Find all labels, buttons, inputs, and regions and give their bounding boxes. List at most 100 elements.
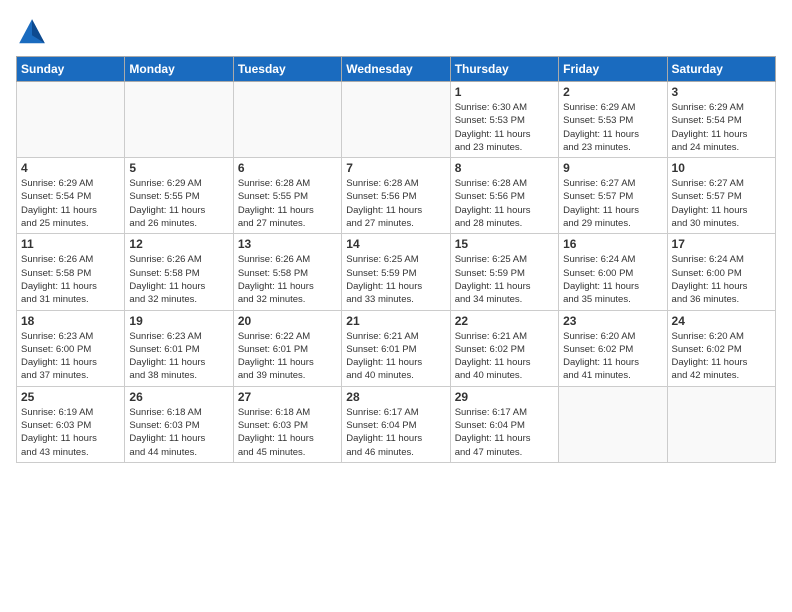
- day-number: 21: [346, 314, 445, 328]
- calendar-cell: 15 Sunrise: 6:25 AM Sunset: 5:59 PM Dayli…: [450, 234, 558, 310]
- day-info: Sunrise: 6:21 AM Sunset: 6:02 PM Dayligh…: [455, 330, 554, 383]
- day-number: 25: [21, 390, 120, 404]
- calendar-cell: 19Sunrise: 6:23 AM Sunset: 6:01 PM Dayli…: [125, 310, 233, 386]
- day-info: Sunrise: 6:29 AM Sunset: 5:53 PM Dayligh…: [563, 101, 662, 154]
- calendar-cell: [125, 82, 233, 158]
- day-number: 26: [129, 390, 228, 404]
- calendar-week-row: 1 Sunrise: 6:30 AM Sunset: 5:53 PM Daylig…: [17, 82, 776, 158]
- day-number: 5: [129, 161, 228, 175]
- day-number: 7: [346, 161, 445, 175]
- calendar-table: SundayMondayTuesdayWednesdayThursdayFrid…: [16, 56, 776, 463]
- calendar-cell: 7 Sunrise: 6:28 AM Sunset: 5:56 PM Daylig…: [342, 158, 450, 234]
- day-info: Sunrise: 6:28 AM Sunset: 5:55 PM Dayligh…: [238, 177, 337, 230]
- day-info: Sunrise: 6:18 AM Sunset: 6:03 PM Dayligh…: [129, 406, 228, 459]
- calendar-cell: [559, 386, 667, 462]
- calendar-cell: [233, 82, 341, 158]
- calendar-header-row: SundayMondayTuesdayWednesdayThursdayFrid…: [17, 57, 776, 82]
- day-info: Sunrise: 6:22 AM Sunset: 6:01 PM Dayligh…: [238, 330, 337, 383]
- day-header-tuesday: Tuesday: [233, 57, 341, 82]
- day-number: 3: [672, 85, 771, 99]
- calendar-cell: 23 Sunrise: 6:20 AM Sunset: 6:02 PM Dayli…: [559, 310, 667, 386]
- day-info: Sunrise: 6:27 AM Sunset: 5:57 PM Dayligh…: [672, 177, 771, 230]
- day-header-wednesday: Wednesday: [342, 57, 450, 82]
- calendar-week-row: 18 Sunrise: 6:23 AM Sunset: 6:00 PM Dayli…: [17, 310, 776, 386]
- day-info: Sunrise: 6:26 AM Sunset: 5:58 PM Dayligh…: [238, 253, 337, 306]
- day-number: 13: [238, 237, 337, 251]
- day-number: 17: [672, 237, 771, 251]
- day-info: Sunrise: 6:21 AM Sunset: 6:01 PM Dayligh…: [346, 330, 445, 383]
- calendar-week-row: 4Sunrise: 6:29 AM Sunset: 5:54 PM Daylig…: [17, 158, 776, 234]
- day-header-friday: Friday: [559, 57, 667, 82]
- calendar-cell: 21 Sunrise: 6:21 AM Sunset: 6:01 PM Dayli…: [342, 310, 450, 386]
- calendar-cell: 17 Sunrise: 6:24 AM Sunset: 6:00 PM Dayli…: [667, 234, 775, 310]
- calendar-cell: 2 Sunrise: 6:29 AM Sunset: 5:53 PM Daylig…: [559, 82, 667, 158]
- day-number: 9: [563, 161, 662, 175]
- day-number: 29: [455, 390, 554, 404]
- calendar-cell: 26 Sunrise: 6:18 AM Sunset: 6:03 PM Dayli…: [125, 386, 233, 462]
- day-info: Sunrise: 6:18 AM Sunset: 6:03 PM Dayligh…: [238, 406, 337, 459]
- calendar-cell: 9 Sunrise: 6:27 AM Sunset: 5:57 PM Daylig…: [559, 158, 667, 234]
- calendar-cell: [17, 82, 125, 158]
- logo: [16, 16, 52, 48]
- day-info: Sunrise: 6:30 AM Sunset: 5:53 PM Dayligh…: [455, 101, 554, 154]
- calendar-cell: 16 Sunrise: 6:24 AM Sunset: 6:00 PM Dayli…: [559, 234, 667, 310]
- calendar-cell: 25 Sunrise: 6:19 AM Sunset: 6:03 PM Dayli…: [17, 386, 125, 462]
- calendar-cell: 24Sunrise: 6:20 AM Sunset: 6:02 PM Dayli…: [667, 310, 775, 386]
- day-info: Sunrise: 6:28 AM Sunset: 5:56 PM Dayligh…: [346, 177, 445, 230]
- day-info: Sunrise: 6:29 AM Sunset: 5:54 PM Dayligh…: [672, 101, 771, 154]
- calendar-cell: 14 Sunrise: 6:25 AM Sunset: 5:59 PM Dayli…: [342, 234, 450, 310]
- day-info: Sunrise: 6:26 AM Sunset: 5:58 PM Dayligh…: [21, 253, 120, 306]
- day-number: 27: [238, 390, 337, 404]
- day-info: Sunrise: 6:28 AM Sunset: 5:56 PM Dayligh…: [455, 177, 554, 230]
- calendar-cell: 22 Sunrise: 6:21 AM Sunset: 6:02 PM Dayli…: [450, 310, 558, 386]
- calendar-cell: 12Sunrise: 6:26 AM Sunset: 5:58 PM Dayli…: [125, 234, 233, 310]
- calendar-cell: 8 Sunrise: 6:28 AM Sunset: 5:56 PM Daylig…: [450, 158, 558, 234]
- day-info: Sunrise: 6:24 AM Sunset: 6:00 PM Dayligh…: [672, 253, 771, 306]
- day-info: Sunrise: 6:23 AM Sunset: 6:00 PM Dayligh…: [21, 330, 120, 383]
- calendar-cell: 10 Sunrise: 6:27 AM Sunset: 5:57 PM Dayli…: [667, 158, 775, 234]
- calendar-cell: 11 Sunrise: 6:26 AM Sunset: 5:58 PM Dayli…: [17, 234, 125, 310]
- calendar-week-row: 11 Sunrise: 6:26 AM Sunset: 5:58 PM Dayli…: [17, 234, 776, 310]
- logo-icon: [16, 16, 48, 48]
- day-number: 15: [455, 237, 554, 251]
- day-number: 10: [672, 161, 771, 175]
- day-info: Sunrise: 6:29 AM Sunset: 5:55 PM Dayligh…: [129, 177, 228, 230]
- day-info: Sunrise: 6:27 AM Sunset: 5:57 PM Dayligh…: [563, 177, 662, 230]
- day-info: Sunrise: 6:25 AM Sunset: 5:59 PM Dayligh…: [346, 253, 445, 306]
- day-info: Sunrise: 6:17 AM Sunset: 6:04 PM Dayligh…: [455, 406, 554, 459]
- calendar-cell: 3 Sunrise: 6:29 AM Sunset: 5:54 PM Daylig…: [667, 82, 775, 158]
- day-number: 6: [238, 161, 337, 175]
- day-number: 2: [563, 85, 662, 99]
- day-number: 22: [455, 314, 554, 328]
- day-number: 23: [563, 314, 662, 328]
- day-info: Sunrise: 6:25 AM Sunset: 5:59 PM Dayligh…: [455, 253, 554, 306]
- day-info: Sunrise: 6:26 AM Sunset: 5:58 PM Dayligh…: [129, 253, 228, 306]
- calendar-cell: 29 Sunrise: 6:17 AM Sunset: 6:04 PM Dayli…: [450, 386, 558, 462]
- day-info: Sunrise: 6:20 AM Sunset: 6:02 PM Dayligh…: [563, 330, 662, 383]
- calendar-cell: [342, 82, 450, 158]
- calendar-cell: 28Sunrise: 6:17 AM Sunset: 6:04 PM Dayli…: [342, 386, 450, 462]
- day-number: 4: [21, 161, 120, 175]
- calendar-cell: 6 Sunrise: 6:28 AM Sunset: 5:55 PM Daylig…: [233, 158, 341, 234]
- calendar-week-row: 25 Sunrise: 6:19 AM Sunset: 6:03 PM Dayli…: [17, 386, 776, 462]
- calendar-cell: 1 Sunrise: 6:30 AM Sunset: 5:53 PM Daylig…: [450, 82, 558, 158]
- day-number: 16: [563, 237, 662, 251]
- day-number: 18: [21, 314, 120, 328]
- day-header-sunday: Sunday: [17, 57, 125, 82]
- day-info: Sunrise: 6:17 AM Sunset: 6:04 PM Dayligh…: [346, 406, 445, 459]
- day-number: 1: [455, 85, 554, 99]
- calendar-cell: 5 Sunrise: 6:29 AM Sunset: 5:55 PM Daylig…: [125, 158, 233, 234]
- calendar-cell: [667, 386, 775, 462]
- day-number: 11: [21, 237, 120, 251]
- day-info: Sunrise: 6:24 AM Sunset: 6:00 PM Dayligh…: [563, 253, 662, 306]
- day-number: 20: [238, 314, 337, 328]
- day-number: 8: [455, 161, 554, 175]
- day-info: Sunrise: 6:19 AM Sunset: 6:03 PM Dayligh…: [21, 406, 120, 459]
- day-number: 14: [346, 237, 445, 251]
- day-header-thursday: Thursday: [450, 57, 558, 82]
- calendar-cell: 18 Sunrise: 6:23 AM Sunset: 6:00 PM Dayli…: [17, 310, 125, 386]
- day-header-monday: Monday: [125, 57, 233, 82]
- calendar-cell: 20 Sunrise: 6:22 AM Sunset: 6:01 PM Dayli…: [233, 310, 341, 386]
- calendar-cell: 13 Sunrise: 6:26 AM Sunset: 5:58 PM Dayli…: [233, 234, 341, 310]
- calendar-cell: 27 Sunrise: 6:18 AM Sunset: 6:03 PM Dayli…: [233, 386, 341, 462]
